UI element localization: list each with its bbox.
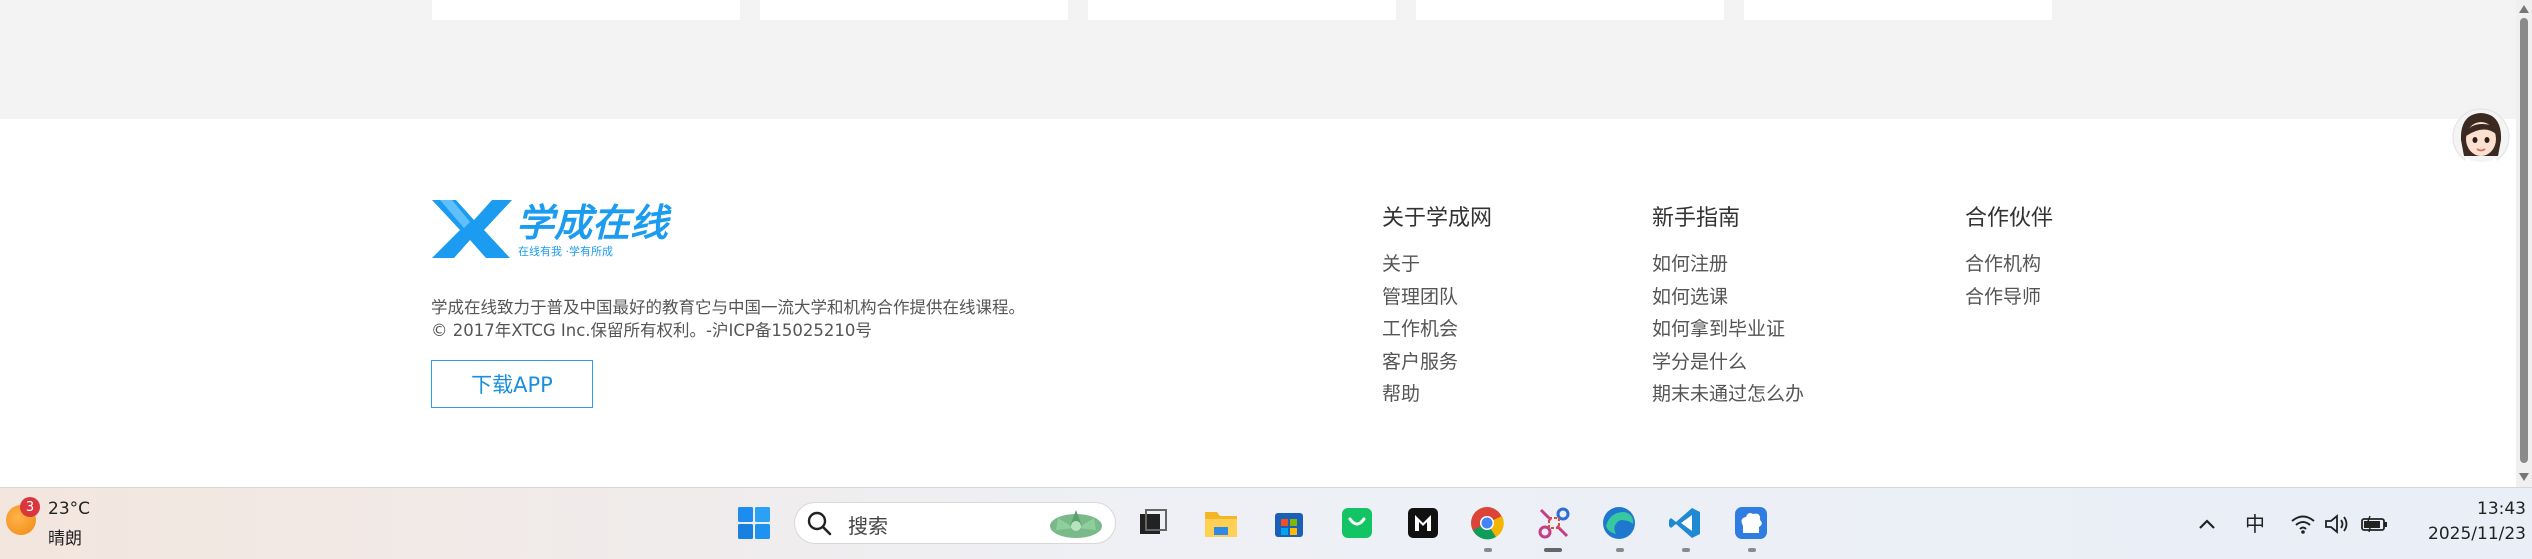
browser-page: 学成在线 在线有我 ·学有所成 学成在线致力于普及中国最好的教育它与中国一流大学…	[0, 0, 2532, 559]
download-app-button[interactable]: 下载APP	[431, 360, 593, 408]
footer-link[interactable]: 关于	[1382, 248, 1492, 281]
chrome-icon[interactable]	[1468, 504, 1506, 542]
footer-link[interactable]: 帮助	[1382, 378, 1492, 411]
running-indicator	[1682, 548, 1690, 552]
footer-link[interactable]: 如何选课	[1652, 281, 1804, 314]
site-logo[interactable]: 学成在线 在线有我 ·学有所成	[430, 194, 700, 260]
course-card[interactable]	[760, 0, 1068, 20]
footer-link[interactable]: 如何注册	[1652, 248, 1804, 281]
task-view-icon[interactable]	[1134, 504, 1172, 542]
weather-temperature[interactable]: 23°C	[48, 499, 90, 519]
jetbrains-ide-icon[interactable]	[1404, 504, 1442, 542]
scroll-down-icon[interactable]	[2518, 472, 2530, 482]
battery-icon[interactable]	[2360, 512, 2390, 536]
shopping-bag-app-icon[interactable]	[1338, 504, 1376, 542]
footer-description: 学成在线致力于普及中国最好的教育它与中国一流大学和机构合作提供在线课程。	[431, 298, 1025, 317]
active-indicator	[1544, 548, 1562, 552]
footer-link[interactable]: 期末未通过怎么办	[1652, 378, 1804, 411]
chef-hat-app-icon[interactable]	[1732, 504, 1770, 542]
footer-column-guide: 新手指南 如何注册 如何选课 如何拿到毕业证 学分是什么 期末未通过怎么办	[1652, 204, 1804, 411]
running-indicator	[1748, 548, 1756, 552]
course-card[interactable]	[432, 0, 740, 20]
file-explorer-icon[interactable]	[1202, 504, 1240, 542]
wifi-icon[interactable]	[2290, 512, 2316, 536]
weather-badge: 3	[20, 497, 40, 517]
footer-link[interactable]: 管理团队	[1382, 281, 1492, 314]
scroll-up-icon[interactable]	[2518, 4, 2530, 14]
column-title: 关于学成网	[1382, 206, 1493, 231]
microsoft-store-icon[interactable]	[1270, 504, 1308, 542]
footer-link[interactable]: 学分是什么	[1652, 346, 1804, 379]
input-method-indicator[interactable]: 中	[2245, 508, 2265, 537]
logo-slogan: 在线有我 ·学有所成	[518, 244, 613, 258]
column-title: 新手指南	[1652, 206, 1741, 231]
clock-date[interactable]: 2025/11/23	[2400, 524, 2526, 544]
edge-icon[interactable]	[1600, 504, 1638, 542]
logo-text: 学成在线	[516, 201, 672, 245]
search-highlight-plant-icon	[1050, 510, 1102, 538]
clock-time[interactable]: 13:43	[2470, 499, 2526, 519]
site-footer	[0, 119, 2516, 487]
assistant-avatar-icon[interactable]	[2452, 106, 2510, 168]
footer-link[interactable]: 合作机构	[1965, 248, 2053, 281]
search-icon	[807, 511, 832, 536]
column-title: 合作伙伴	[1965, 206, 2054, 231]
windows-taskbar	[0, 487, 2532, 559]
content-band	[0, 0, 2516, 119]
footer-link[interactable]: 客户服务	[1382, 346, 1492, 379]
scrollbar-thumb[interactable]	[2520, 18, 2528, 463]
running-indicator	[1484, 548, 1492, 552]
footer-link[interactable]: 合作导师	[1965, 281, 2053, 314]
footer-link[interactable]: 工作机会	[1382, 313, 1492, 346]
course-card[interactable]	[1088, 0, 1396, 20]
chevron-up-icon[interactable]	[2196, 512, 2218, 536]
volume-icon[interactable]	[2324, 512, 2350, 536]
course-card[interactable]	[1416, 0, 1724, 20]
snipping-tool-icon[interactable]	[1535, 504, 1573, 542]
windows-start-icon[interactable]	[735, 504, 773, 542]
weather-condition[interactable]: 晴朗	[48, 524, 82, 549]
search-placeholder: 搜索	[848, 514, 888, 538]
footer-link[interactable]: 如何拿到毕业证	[1652, 313, 1804, 346]
footer-copyright: © 2017年XTCG Inc.保留所有权利。-沪ICP备15025210号	[431, 321, 872, 340]
footer-column-about: 关于学成网 关于 管理团队 工作机会 客户服务 帮助	[1382, 204, 1492, 411]
running-indicator	[1616, 548, 1624, 552]
course-card[interactable]	[1744, 0, 2052, 20]
footer-column-partners: 合作伙伴 合作机构 合作导师	[1965, 204, 2053, 313]
vscode-icon[interactable]	[1666, 504, 1704, 542]
